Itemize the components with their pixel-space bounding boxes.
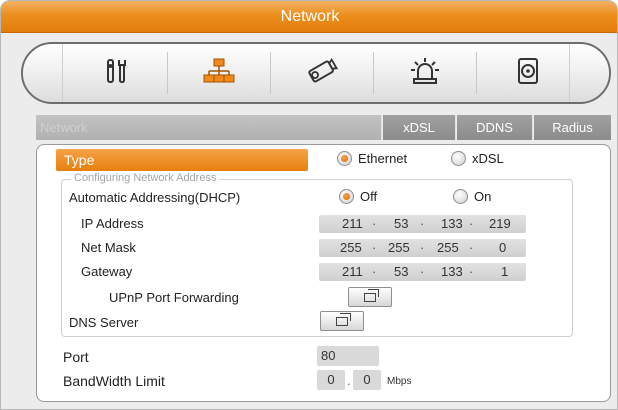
network-tabs: Network xDSL DDNS Radius [36,115,611,140]
bandwidth-dec-input[interactable] [353,370,381,390]
gateway-octet-2[interactable]: 53 [394,264,408,279]
tab-network[interactable]: Network [36,115,382,140]
storage-button[interactable] [477,44,579,102]
type-ethernet-radio[interactable]: Ethernet [337,151,407,166]
storage-icon [516,57,540,90]
tab-xdsl[interactable]: xDSL [383,115,456,140]
radio-selected-icon [337,151,352,166]
window-title: Network [1,1,617,33]
tools-button[interactable] [65,44,167,102]
type-ethernet-label: Ethernet [358,151,408,166]
mask-octet-2[interactable]: 255 [388,240,410,255]
port-label: Port [63,349,89,365]
upnp-settings-button[interactable] [348,287,392,307]
ip-octet-3[interactable]: 133 [441,216,463,231]
network-button[interactable] [168,44,270,102]
port-input[interactable] [317,346,379,366]
window-icon [336,312,351,326]
dns-server-button[interactable] [320,311,364,331]
category-toolbar [21,42,611,104]
net-mask-field[interactable]: 255 · 255 · 255 · 0 [319,239,526,257]
network-icon [203,57,235,90]
dhcp-label: Automatic Addressing(DHCP) [69,190,241,205]
mask-octet-1[interactable]: 255 [340,240,362,255]
toolbar-scroll-right[interactable] [569,44,609,102]
tab-ddns[interactable]: DDNS [457,115,533,140]
ip-address-field[interactable]: 211 · 53 · 133 · 219 [319,215,526,233]
alarm-icon [410,57,440,90]
mask-octet-4[interactable]: 0 [499,240,506,255]
mask-octet-3[interactable]: 255 [437,240,459,255]
radio-selected-icon [339,189,354,204]
toolbar-scroll-left[interactable] [23,44,63,102]
radio-unselected-icon [453,189,468,204]
bandwidth-unit: Mbps [387,376,412,387]
dhcp-off-radio[interactable]: Off [339,189,377,204]
window-icon [364,288,379,302]
gateway-octet-1[interactable]: 211 [342,264,363,279]
gateway-label: Gateway [81,264,133,279]
dns-server-label: DNS Server [69,315,139,330]
upnp-label: UPnP Port Forwarding [109,290,239,305]
tab-radius[interactable]: Radius [534,115,611,140]
camera-icon [304,57,340,90]
gateway-octet-4[interactable]: 1 [501,264,508,279]
alarm-button[interactable] [374,44,476,102]
bandwidth-int-input[interactable] [317,370,345,390]
network-window: Network Network xDSL DDNS Radius Type Et… [0,0,618,410]
camera-button[interactable] [271,44,373,102]
radio-unselected-icon [451,151,466,166]
ip-octet-2[interactable]: 53 [394,216,408,231]
gateway-field[interactable]: 211 · 53 · 133 · 1 [319,263,526,281]
type-xdsl-radio[interactable]: xDSL [451,151,504,166]
dhcp-off-label: Off [360,189,378,204]
gateway-octet-3[interactable]: 133 [441,264,463,279]
ip-octet-4[interactable]: 219 [489,216,511,231]
ip-octet-1[interactable]: 211 [342,216,363,231]
dhcp-on-radio[interactable]: On [453,189,491,204]
type-xdsl-label: xDSL [472,151,504,166]
type-label: Type [56,149,308,171]
ip-address-label: IP Address [81,216,144,231]
group-legend: Configuring Network Address [71,172,220,184]
dhcp-on-label: On [474,189,492,204]
settings-tools-icon [102,57,130,90]
bandwidth-limit-label: BandWidth Limit [63,373,165,389]
net-mask-label: Net Mask [81,240,136,255]
